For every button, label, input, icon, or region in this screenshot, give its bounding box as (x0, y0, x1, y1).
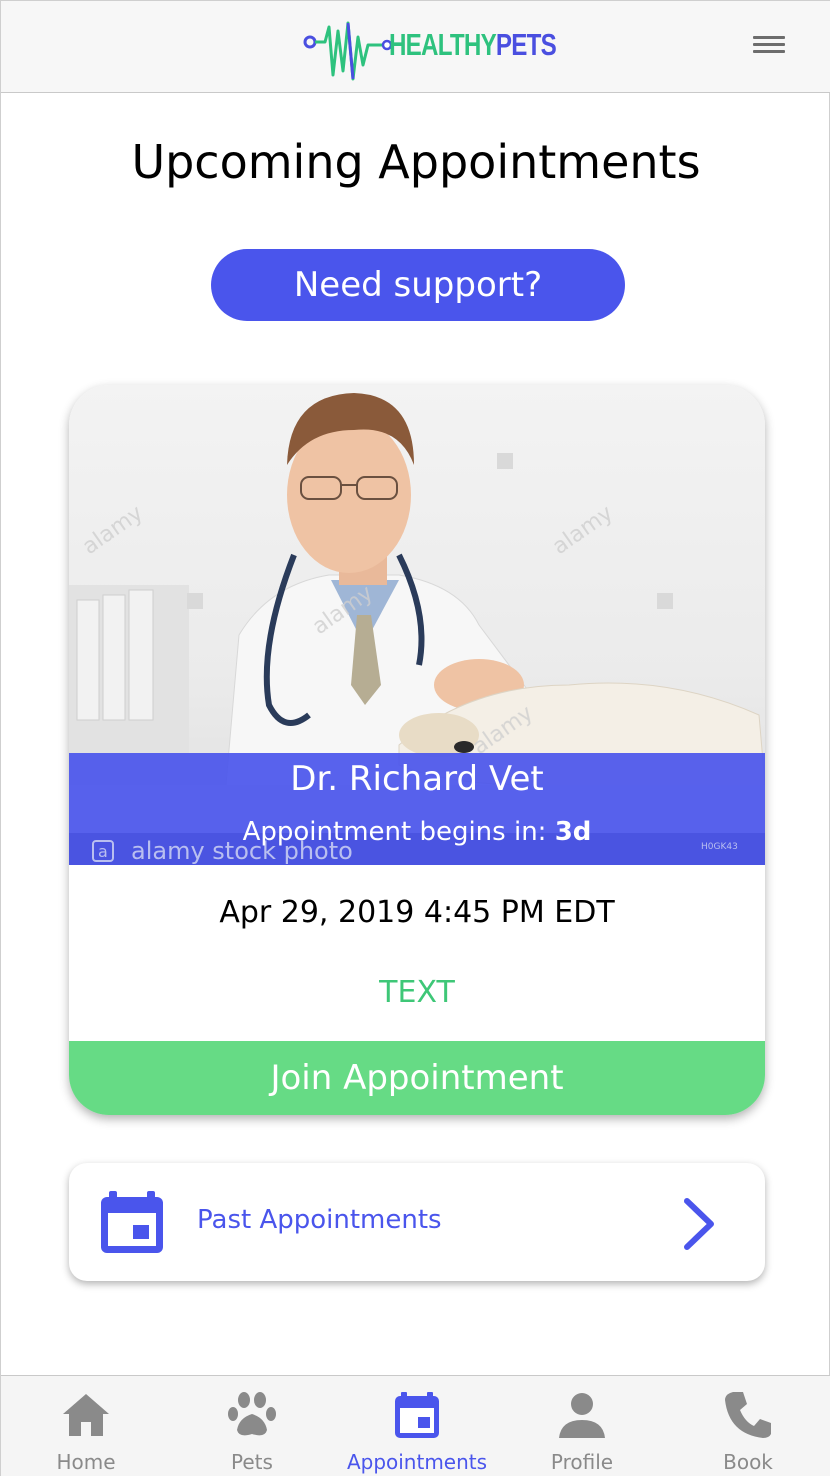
paw-icon (228, 1392, 276, 1436)
nav-profile-label: Profile (550, 1450, 614, 1474)
logo-word-healthy: HEALTHY (389, 27, 497, 62)
nav-home[interactable]: Home (3, 1376, 169, 1476)
nav-book-label: Book (723, 1450, 773, 1474)
menu-bar-middle (753, 43, 785, 46)
nav-profile[interactable]: Profile (499, 1376, 665, 1476)
svg-text:alamy: alamy (548, 501, 618, 560)
menu-bar-top (753, 36, 785, 39)
stethoscope-heartbeat-icon (303, 21, 393, 81)
appointment-countdown: Appointment begins in: 3d (69, 817, 765, 847)
join-appointment-button[interactable]: Join Appointment (69, 1041, 765, 1115)
countdown-value: 3d (554, 817, 592, 847)
svg-text:alamy: alamy (78, 501, 148, 560)
logo-word-pets: PETS (495, 27, 557, 62)
logo-wordmark: HEALTHYPETS (389, 27, 557, 63)
appointment-datetime: Apr 29, 2019 4:45 PM EDT (219, 895, 615, 930)
nav-pets[interactable]: Pets (169, 1376, 335, 1476)
countdown-label: Appointment begins in: (242, 817, 547, 847)
top-header: HEALTHYPETS (1, 1, 830, 93)
appointment-type: TEXT (379, 975, 455, 1010)
app-screen: HEALTHYPETS Upcoming Appointments Need s… (0, 0, 830, 1476)
need-support-button[interactable]: Need support? (211, 249, 625, 321)
nav-appointments[interactable]: Appointments (334, 1376, 500, 1476)
nav-pets-label: Pets (231, 1450, 273, 1474)
nav-book[interactable]: Book (665, 1376, 830, 1476)
past-appointments-row[interactable]: Past Appointments (69, 1163, 765, 1281)
appointment-card: alamy alamy alamy alamy a alamy stock ph… (69, 385, 765, 1115)
bottom-nav: Home Pets Appointments Profile Book (1, 1375, 830, 1476)
healthypets-logo[interactable]: HEALTHYPETS (303, 15, 557, 85)
nav-home-label: Home (56, 1450, 116, 1474)
home-icon (63, 1394, 109, 1436)
doctor-name: Dr. Richard Vet (290, 759, 544, 799)
calendar-icon (395, 1392, 439, 1438)
nav-appointments-label: Appointments (346, 1450, 488, 1474)
person-icon (559, 1393, 605, 1438)
hamburger-menu-icon[interactable] (753, 33, 787, 55)
past-appointments-label: Past Appointments (197, 1205, 442, 1235)
calendar-icon (101, 1191, 163, 1253)
phone-icon (725, 1392, 771, 1438)
page-title: Upcoming Appointments (131, 135, 701, 189)
chevron-right-icon (684, 1198, 714, 1250)
menu-bar-bottom (753, 50, 785, 53)
